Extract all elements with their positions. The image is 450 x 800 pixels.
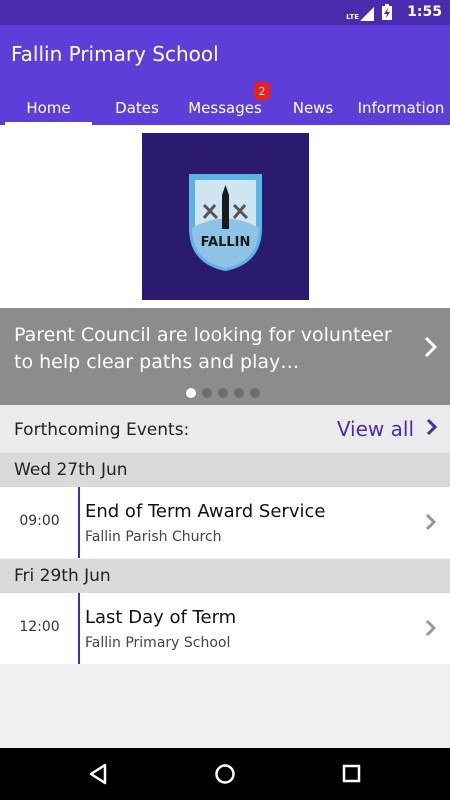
- event-divider: [78, 593, 80, 664]
- tab-bar: Home Dates Messages 2 News Information: [0, 82, 450, 125]
- app-title: Fallin Primary School: [11, 42, 219, 66]
- event-location: Fallin Parish Church: [85, 529, 222, 545]
- recents-icon[interactable]: [341, 762, 363, 790]
- app-bar: Fallin Primary School Home Dates Message…: [0, 25, 450, 125]
- tab-information[interactable]: Information: [354, 91, 448, 125]
- carousel-dot[interactable]: [186, 388, 196, 398]
- tab-label: Messages: [188, 99, 262, 117]
- unread-badge: 2: [254, 82, 270, 100]
- carousel-dot[interactable]: [250, 388, 260, 398]
- event-item[interactable]: 09:00 End of Term Award Service Fallin P…: [0, 487, 450, 558]
- logo-text: FALLIN: [201, 235, 251, 250]
- carousel-dot[interactable]: [202, 388, 212, 398]
- battery-charging-icon: [382, 4, 392, 24]
- status-bar: LTE 1:55: [0, 0, 450, 25]
- news-carousel[interactable]: Parent Council are looking for volunteer…: [0, 308, 450, 405]
- tab-label: News: [292, 99, 334, 117]
- carousel-indicators: [186, 388, 260, 398]
- event-title: Last Day of Term: [85, 607, 237, 628]
- hero-section: FALLIN Parent Council are looking for vo…: [0, 125, 450, 405]
- clock: 1:55: [407, 4, 442, 20]
- network-type-label: LTE: [346, 13, 359, 21]
- tab-news[interactable]: News: [278, 91, 348, 125]
- tab-label: Information: [357, 99, 445, 117]
- chevron-right-icon: [426, 417, 438, 441]
- chevron-right-icon[interactable]: [424, 336, 438, 362]
- home-icon[interactable]: [214, 762, 236, 790]
- tab-label: Home: [26, 99, 71, 117]
- event-date-header: Fri 29th Jun: [0, 559, 450, 593]
- view-all-label: View all: [336, 417, 414, 441]
- event-time: 09:00: [19, 513, 60, 529]
- event-time: 12:00: [19, 619, 60, 635]
- event-location: Fallin Primary School: [85, 635, 231, 651]
- signal-icon: LTE: [346, 7, 374, 21]
- carousel-dot[interactable]: [218, 388, 228, 398]
- chevron-right-icon: [425, 619, 437, 641]
- chevron-right-icon: [425, 513, 437, 535]
- tab-home[interactable]: Home: [5, 91, 92, 125]
- carousel-text: Parent Council are looking for volunteer…: [14, 324, 392, 373]
- event-date: Wed 27th Jun: [14, 460, 128, 480]
- tab-messages[interactable]: Messages 2: [180, 82, 270, 125]
- event-date: Fri 29th Jun: [14, 566, 111, 586]
- system-nav-bar: [0, 748, 450, 800]
- tab-dates[interactable]: Dates: [100, 91, 174, 125]
- carousel-dot[interactable]: [234, 388, 244, 398]
- events-header: Forthcoming Events: View all: [0, 405, 450, 453]
- events-title: Forthcoming Events:: [14, 420, 190, 440]
- view-all-button[interactable]: View all: [337, 417, 438, 441]
- event-divider: [78, 487, 80, 558]
- event-title: End of Term Award Service: [85, 501, 326, 522]
- event-date-header: Wed 27th Jun: [0, 453, 450, 487]
- tab-label: Dates: [115, 99, 159, 117]
- school-logo: FALLIN: [142, 133, 309, 300]
- event-item[interactable]: 12:00 Last Day of Term Fallin Primary Sc…: [0, 593, 450, 664]
- back-icon[interactable]: [87, 762, 109, 790]
